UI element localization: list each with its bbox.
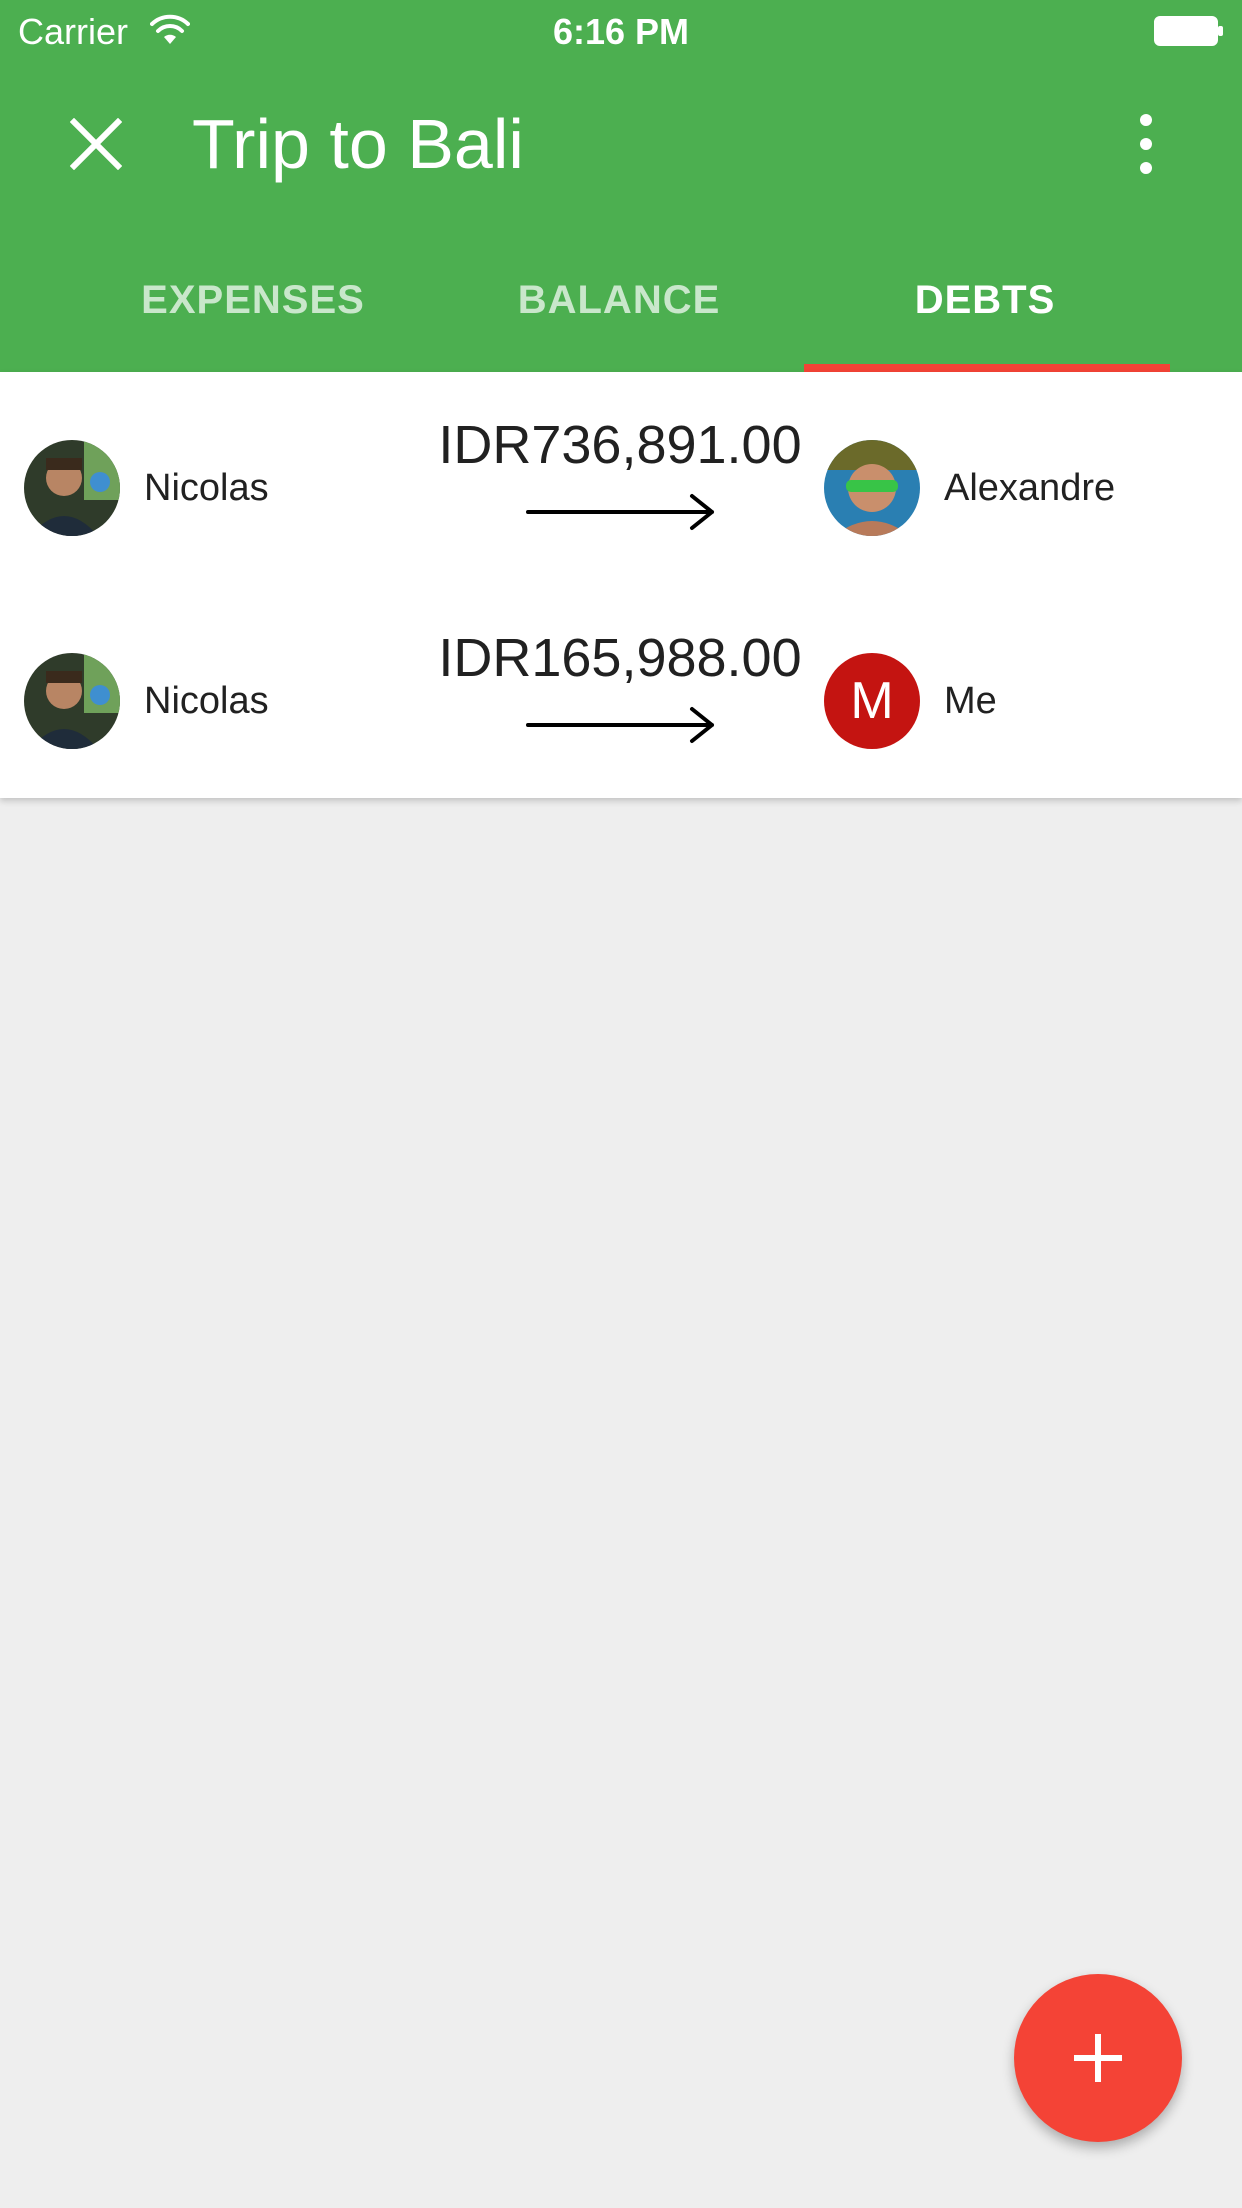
more-vert-icon[interactable] bbox=[1130, 112, 1162, 176]
tab-bar: EXPENSES BALANCE DEBTS bbox=[70, 260, 1170, 372]
avatar-nicolas bbox=[24, 440, 120, 536]
tab-indicator bbox=[804, 364, 1170, 372]
avatar-nicolas bbox=[24, 653, 120, 749]
debts-list: Nicolas IDR736,891.00 Alexandre Nicolas … bbox=[0, 372, 1242, 798]
tab-debts[interactable]: DEBTS bbox=[802, 260, 1168, 372]
page-title: Trip to Bali bbox=[192, 105, 524, 183]
avatar-alexandre bbox=[824, 440, 920, 536]
arrow-right-icon bbox=[526, 707, 714, 743]
app-bar: Carrier 6:16 PM Trip to Bali EXPENSES BA… bbox=[0, 0, 1242, 372]
creditor-name: Me bbox=[944, 680, 997, 722]
creditor-name: Alexandre bbox=[944, 467, 1116, 509]
status-bar: Carrier 6:16 PM bbox=[0, 0, 1242, 60]
debt-row[interactable]: Nicolas IDR165,988.00 M Me bbox=[0, 585, 1242, 798]
debtor-name: Nicolas bbox=[144, 680, 269, 722]
debt-amount: IDR165,988.00 bbox=[438, 628, 802, 688]
debt-amount: IDR736,891.00 bbox=[438, 415, 802, 475]
add-button[interactable] bbox=[1014, 1974, 1182, 2142]
tab-balance[interactable]: BALANCE bbox=[436, 260, 802, 372]
close-icon[interactable] bbox=[70, 118, 122, 170]
tab-expenses[interactable]: EXPENSES bbox=[70, 260, 436, 372]
battery-icon bbox=[1154, 16, 1223, 46]
debtor-name: Nicolas bbox=[144, 467, 269, 509]
avatar-me: M bbox=[824, 653, 920, 749]
arrow-right-icon bbox=[526, 494, 714, 530]
debt-row[interactable]: Nicolas IDR736,891.00 Alexandre bbox=[0, 372, 1242, 585]
status-time: 6:16 PM bbox=[552, 11, 690, 52]
plus-icon bbox=[1074, 2034, 1122, 2082]
